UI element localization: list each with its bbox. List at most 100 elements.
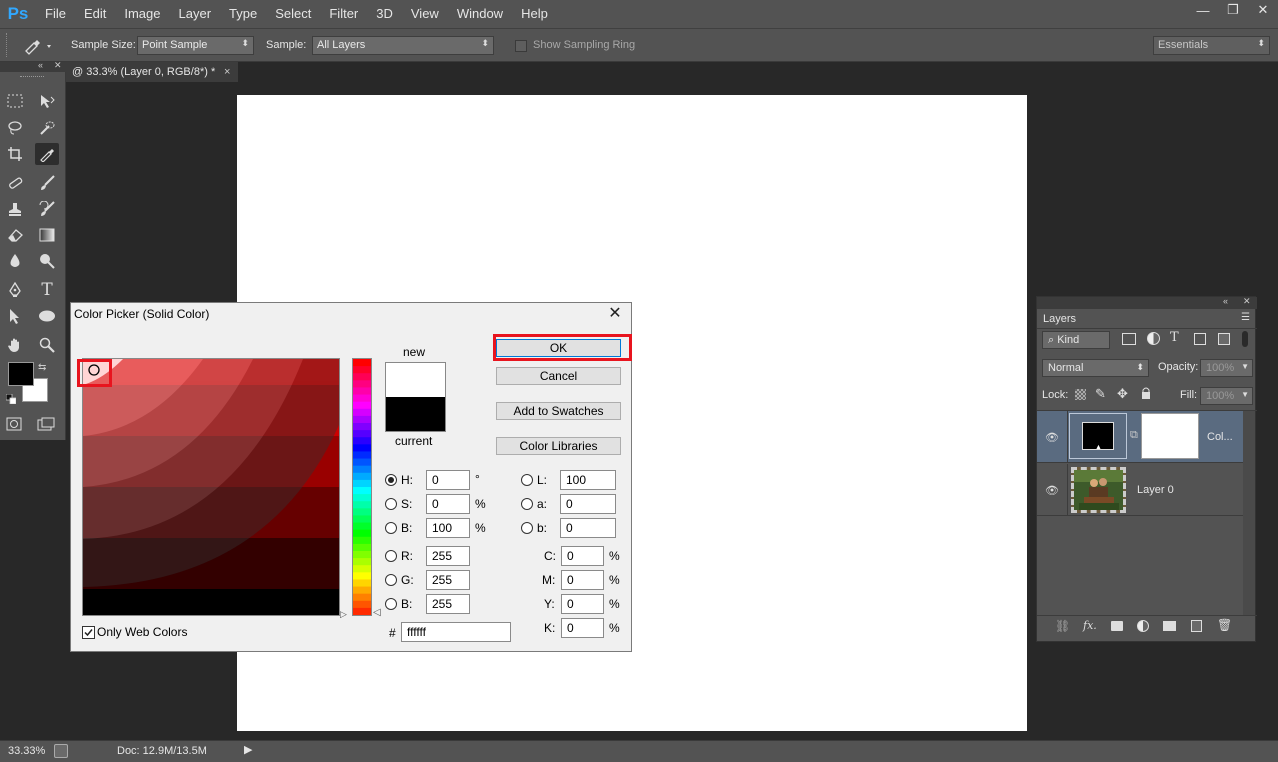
ellipse-tool-icon[interactable] [35,305,59,327]
filter-pixel-icon[interactable] [1122,333,1136,345]
layer-name[interactable]: Col... [1207,431,1233,443]
magenta-input[interactable]: 0 [561,570,604,590]
new-layer-icon[interactable] [1191,620,1202,632]
brightness-radio[interactable] [385,522,397,534]
menu-window[interactable]: Window [448,0,512,28]
green-radio[interactable] [385,574,397,586]
brush-tool-icon[interactable] [35,172,59,194]
filter-toggle[interactable] [1242,331,1248,347]
menu-3d[interactable]: 3D [367,0,402,28]
panel-menu-icon[interactable]: ☰ [1241,312,1250,323]
layer-row[interactable]: 👁 ▲ ⧉ Col... [1037,411,1243,463]
layer-row[interactable]: 👁 Layer 0 [1037,464,1243,516]
close-icon[interactable]: ✕ [54,60,62,71]
default-colors-icon[interactable] [5,393,17,405]
swap-colors-icon[interactable]: ⇆ [38,362,46,373]
menu-image[interactable]: Image [115,0,169,28]
saturation-input[interactable]: 0 [426,494,470,514]
blue-input[interactable]: 255 [426,594,470,614]
restore-button[interactable]: ❐ [1218,0,1248,20]
blur-tool-icon[interactable] [3,250,27,272]
lock-pixels-icon[interactable]: ✎ [1095,386,1106,402]
quick-selection-tool-icon[interactable] [35,117,59,139]
toolbar-grip[interactable] [20,76,44,80]
link-layers-icon[interactable]: ⛓ [1055,619,1070,633]
new-group-icon[interactable] [1163,621,1176,631]
minimize-button[interactable]: — [1188,0,1218,20]
visibility-eye-icon[interactable]: 👁 [1045,431,1059,444]
options-grip[interactable] [6,33,10,57]
sample-size-select[interactable]: Point Sample ⬍ [137,36,254,55]
dodge-tool-icon[interactable] [35,250,59,272]
lightness-input[interactable]: 100 [560,470,616,490]
brightness-input[interactable]: 100 [426,518,470,538]
show-sampling-ring-checkbox[interactable] [515,40,527,52]
close-window-button[interactable]: ✕ [1248,0,1278,20]
history-brush-tool-icon[interactable] [35,198,59,220]
crop-tool-icon[interactable] [3,143,27,165]
move-tool-icon[interactable] [35,90,59,112]
status-menu-arrow-icon[interactable]: ▶ [244,743,252,756]
layer-photo-thumbnail[interactable] [1071,467,1126,513]
green-input[interactable]: 255 [426,570,470,590]
filter-shape-icon[interactable] [1194,333,1206,345]
red-input[interactable]: 255 [426,546,470,566]
filter-adjustment-icon[interactable] [1147,332,1160,345]
menu-filter[interactable]: Filter [320,0,367,28]
collapse-icon[interactable]: « [1223,296,1228,306]
layer-style-icon[interactable]: fx. [1083,619,1097,632]
color-field[interactable] [82,358,340,616]
red-radio[interactable] [385,550,397,562]
sample-select[interactable]: All Layers ⬍ [312,36,494,55]
yellow-input[interactable]: 0 [561,594,604,614]
lock-all-icon[interactable] [1141,387,1151,399]
menu-layer[interactable]: Layer [170,0,221,28]
black-input[interactable]: 0 [561,618,604,638]
menu-select[interactable]: Select [266,0,320,28]
menu-help[interactable]: Help [512,0,557,28]
lab-a-input[interactable]: 0 [560,494,616,514]
new-adjustment-layer-icon[interactable] [1137,620,1149,632]
add-to-swatches-button[interactable]: Add to Swatches [496,402,621,420]
path-selection-tool-icon[interactable] [3,305,27,327]
eyedropper-tool-icon[interactable] [35,143,59,165]
healing-brush-tool-icon[interactable] [3,172,27,194]
cancel-button[interactable]: Cancel [496,367,621,385]
lab-b-radio[interactable] [521,522,533,534]
quick-mask-icon[interactable] [6,417,22,434]
zoom-level[interactable]: 33.33% [8,745,45,757]
menu-file[interactable]: File [36,0,75,28]
workspace-select[interactable]: Essentials ⬍ [1153,36,1270,55]
collapse-icon[interactable]: « [38,60,43,70]
lightness-radio[interactable] [521,474,533,486]
lasso-tool-icon[interactable] [3,117,27,139]
only-web-colors-checkbox[interactable] [82,626,95,639]
pen-tool-icon[interactable] [3,279,27,301]
link-icon[interactable]: ⧉ [1130,429,1138,442]
visibility-eye-icon[interactable]: 👁 [1045,484,1059,497]
hue-input[interactable]: 0 [426,470,470,490]
hex-input[interactable]: ffffff [401,622,511,642]
gradient-tool-icon[interactable] [35,224,59,246]
layer-filter-select[interactable]: ⌕ Kind [1042,331,1110,349]
close-dialog-button[interactable]: ✕ [607,305,623,323]
lock-position-icon[interactable]: ✥ [1117,386,1128,402]
marquee-tool-icon[interactable] [3,90,27,112]
menu-view[interactable]: View [402,0,448,28]
saturation-radio[interactable] [385,498,397,510]
filter-smart-object-icon[interactable] [1218,333,1230,345]
opacity-input[interactable]: 100% ▼ [1200,359,1253,377]
lab-a-radio[interactable] [521,498,533,510]
zoom-tool-icon[interactable] [35,334,59,356]
layer-mask-thumbnail[interactable] [1141,413,1199,459]
type-tool-icon[interactable]: T [35,279,59,301]
hand-tool-icon[interactable] [3,334,27,356]
current-color-swatch[interactable] [386,397,445,431]
hue-slider[interactable] [352,358,372,616]
close-tab-icon[interactable]: × [224,66,230,78]
cyan-input[interactable]: 0 [561,546,604,566]
delete-layer-icon[interactable]: 🗑 [1217,618,1232,632]
lock-transparent-icon[interactable] [1075,389,1086,400]
screen-mode-icon[interactable] [37,417,55,434]
fill-input[interactable]: 100% ▼ [1200,387,1253,405]
